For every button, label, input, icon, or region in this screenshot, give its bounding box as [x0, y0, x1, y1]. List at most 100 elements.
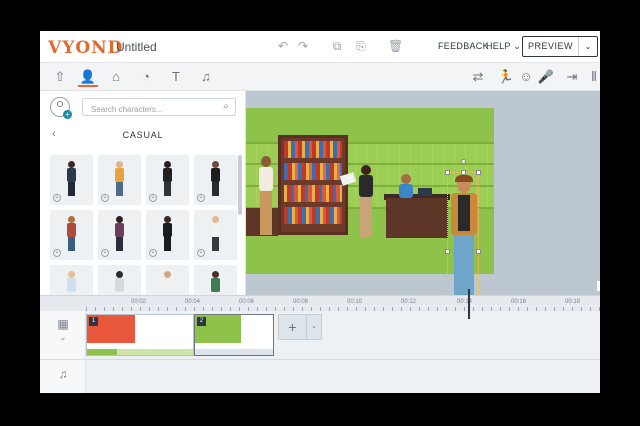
- character-tile[interactable]: +: [194, 210, 237, 260]
- resize-handle[interactable]: [461, 170, 466, 175]
- character-head: [116, 216, 123, 223]
- zoom-icon[interactable]: +: [101, 249, 109, 257]
- top-bar: VYOND Untitled ↶ ↷ ⧉ ⎘ 🗑 FEEDBACK HELP ⌄…: [40, 31, 600, 63]
- track-divider: [40, 359, 600, 360]
- character-tile[interactable]: +: [50, 155, 93, 205]
- resize-handle[interactable]: [476, 170, 481, 175]
- feedback-link[interactable]: FEEDBACK: [438, 41, 489, 51]
- more-icon[interactable]: ⦀: [584, 69, 600, 87]
- character-grid: + + + + + + + +: [50, 155, 238, 295]
- book-row: [284, 141, 342, 158]
- zoom-icon[interactable]: +: [149, 249, 157, 257]
- character-tile[interactable]: +: [194, 155, 237, 205]
- category-label: CASUAL: [122, 130, 164, 140]
- character-tile[interactable]: +: [194, 265, 237, 295]
- preview-dropdown-icon[interactable]: ⌄: [579, 42, 597, 51]
- add-scene-dropdown[interactable]: ⌄: [307, 315, 321, 339]
- mic-icon[interactable]: 🎤: [536, 69, 556, 87]
- character-tile[interactable]: +: [98, 210, 141, 260]
- rotate-handle[interactable]: [461, 159, 466, 164]
- character-head: [116, 271, 123, 278]
- scene-clip-1[interactable]: 1: [86, 314, 194, 356]
- character-reader[interactable]: [356, 165, 376, 241]
- character-tile[interactable]: +: [146, 265, 189, 295]
- zoom-icon[interactable]: +: [197, 249, 205, 257]
- search-icon[interactable]: ⌕: [223, 101, 229, 112]
- character-body: [211, 168, 220, 182]
- character-body: [115, 278, 124, 292]
- book-row: [284, 207, 342, 224]
- library-scrollbar[interactable]: [238, 155, 242, 215]
- character-tile[interactable]: +: [98, 155, 141, 205]
- upload-icon[interactable]: ⇧: [50, 69, 70, 87]
- character-library-panel: + ⌕ ‹ CASUAL + +: [40, 91, 246, 295]
- document-title[interactable]: Untitled: [116, 40, 157, 54]
- zoom-icon[interactable]: +: [197, 194, 205, 202]
- character-icon[interactable]: 👤: [78, 69, 98, 87]
- character-legs: [212, 237, 219, 251]
- character-legs: [360, 197, 372, 237]
- scene-number: 1: [89, 317, 98, 326]
- timeline-ruler[interactable]: 00:02 00:04 00:06 00:08 00:10 00:12 00:1…: [40, 295, 600, 312]
- scene-clip-2[interactable]: 2: [194, 314, 274, 356]
- text-icon[interactable]: T: [166, 69, 186, 87]
- character-head: [68, 161, 75, 168]
- track-headers: ▦ ⌄ ♫: [40, 311, 86, 393]
- preview-button[interactable]: PREVIEW ⌄: [522, 36, 598, 57]
- vyond-logo[interactable]: VYOND: [48, 38, 123, 58]
- tick-label: 00:02: [131, 299, 147, 305]
- video-track-icon[interactable]: ▦: [54, 317, 72, 331]
- character-librarian[interactable]: [398, 174, 414, 198]
- character-body: [115, 168, 124, 182]
- playhead[interactable]: [468, 289, 470, 319]
- character-head: [164, 216, 171, 223]
- character-head: [212, 216, 219, 223]
- help-menu[interactable]: HELP ⌄: [486, 41, 521, 52]
- character-head: [212, 271, 219, 278]
- redo-icon[interactable]: ↷: [296, 39, 310, 53]
- swap-icon[interactable]: ⇄: [468, 69, 488, 87]
- chart-icon[interactable]: ◔: [136, 69, 156, 87]
- enter-icon[interactable]: ⇥: [562, 69, 582, 87]
- add-scene-plus[interactable]: +: [279, 315, 307, 339]
- character-head: [68, 216, 75, 223]
- character-tile[interactable]: +: [98, 265, 141, 295]
- computer-prop[interactable]: [418, 188, 432, 196]
- bookcase-prop[interactable]: [278, 135, 348, 235]
- scene-duration-bar: [195, 349, 273, 355]
- paste-icon[interactable]: ⎘: [354, 39, 368, 54]
- timeline-tracks: ▦ ⌄ ♫ 1 2 + ⌄: [40, 311, 600, 393]
- character-woman[interactable]: [256, 156, 276, 238]
- copy-icon[interactable]: ⧉: [330, 39, 344, 54]
- zoom-icon[interactable]: +: [53, 249, 61, 257]
- librarian-desk-prop[interactable]: [386, 198, 448, 238]
- props-icon[interactable]: ⌂: [106, 69, 126, 87]
- trash-icon[interactable]: 🗑: [388, 39, 403, 53]
- audio-track-icon[interactable]: ♫: [54, 367, 72, 381]
- create-character-button[interactable]: +: [50, 97, 72, 119]
- search-input[interactable]: [83, 101, 213, 118]
- undo-icon[interactable]: ↶: [276, 39, 290, 53]
- character-legs: [116, 237, 123, 251]
- expression-icon[interactable]: ☺: [516, 69, 536, 87]
- resize-handle[interactable]: [445, 170, 450, 175]
- zoom-icon[interactable]: +: [53, 194, 61, 202]
- category-header: ‹ CASUAL: [40, 125, 246, 147]
- character-tile[interactable]: +: [146, 155, 189, 205]
- character-legs: [164, 182, 171, 196]
- resize-handle[interactable]: [445, 249, 450, 254]
- audio-icon[interactable]: ♫: [196, 69, 216, 87]
- character-tile[interactable]: +: [50, 265, 93, 295]
- zoom-icon[interactable]: +: [101, 194, 109, 202]
- add-scene-button[interactable]: + ⌄: [278, 314, 322, 340]
- character-legs: [116, 182, 123, 196]
- character-tile[interactable]: +: [50, 210, 93, 260]
- zoom-icon[interactable]: +: [149, 194, 157, 202]
- preview-label[interactable]: PREVIEW: [523, 37, 579, 56]
- character-head: [212, 161, 219, 168]
- resize-handle[interactable]: [476, 249, 481, 254]
- action-icon[interactable]: 🏃: [496, 69, 516, 87]
- character-tile[interactable]: +: [146, 210, 189, 260]
- chevron-down-icon[interactable]: ⌄: [54, 333, 72, 342]
- stage-edge-marker: [597, 281, 600, 291]
